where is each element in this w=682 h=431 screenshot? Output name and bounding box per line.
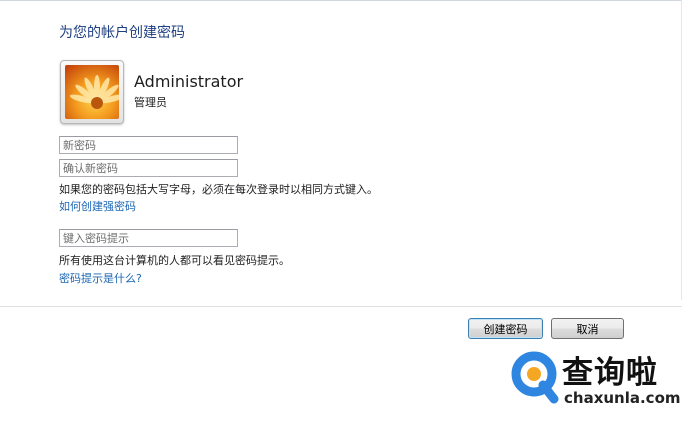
caps-lock-notice: 如果您的密码包括大写字母，必须在每次登录时以相同方式键入。 (59, 183, 378, 196)
confirm-password-input[interactable] (59, 159, 238, 177)
strong-password-link[interactable]: 如何创建强密码 (59, 198, 136, 214)
user-avatar (60, 60, 124, 124)
window-top-border (0, 0, 682, 1)
create-password-button[interactable]: 创建密码 (468, 318, 543, 339)
watermark-url: chaxunla.com (564, 389, 681, 407)
site-watermark: 查询啦 chaxunla.com (510, 347, 681, 409)
page-title: 为您的帐户创建密码 (59, 25, 185, 41)
user-name: Administrator (134, 72, 244, 91)
user-role: 管理员 (134, 96, 167, 109)
password-hint-help-link[interactable]: 密码提示是什么? (59, 270, 142, 286)
footer-divider (0, 306, 682, 307)
hint-visibility-notice: 所有使用这台计算机的人都可以看见密码提示。 (59, 254, 290, 267)
cancel-button[interactable]: 取消 (551, 318, 624, 339)
search-q-logo-icon (511, 351, 559, 404)
new-password-input[interactable] (59, 136, 238, 154)
orange-flower-avatar-icon (65, 65, 119, 119)
watermark-text: 查询啦 (562, 355, 658, 391)
password-hint-input[interactable] (59, 229, 238, 247)
